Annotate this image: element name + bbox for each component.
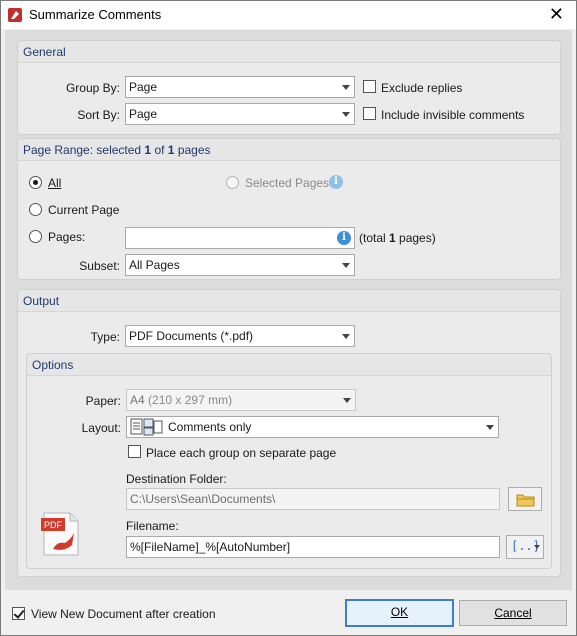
options-title: Options xyxy=(32,358,74,372)
current-page-label[interactable]: Current Page xyxy=(48,203,119,217)
all-radio[interactable] xyxy=(29,176,42,189)
window-title: Summarize Comments xyxy=(29,7,162,22)
separate-page-label[interactable]: Place each group on separate page xyxy=(146,446,336,460)
include-invisible-checkbox[interactable] xyxy=(363,107,376,120)
view-new-document-checkbox[interactable] xyxy=(12,607,25,620)
selected-pages-radio[interactable] xyxy=(226,176,239,189)
exclude-replies-checkbox[interactable] xyxy=(363,80,376,93)
layout-dropdown[interactable]: Comments only xyxy=(126,416,499,438)
destination-folder-label: Destination Folder: xyxy=(126,472,227,486)
view-new-document-label[interactable]: View New Document after creation xyxy=(31,607,216,621)
output-group: Output Type: PDF Documents (*.pdf) Optio… xyxy=(17,289,561,577)
chevron-down-icon xyxy=(534,545,540,549)
selected-pages-label[interactable]: Selected Pages xyxy=(245,176,329,190)
chevron-down-icon xyxy=(342,334,350,339)
page-range-title: Page Range: selected 1 of 1 pages xyxy=(23,143,211,157)
info-icon[interactable]: i xyxy=(337,231,351,245)
sort-by-dropdown[interactable]: Page xyxy=(125,103,355,125)
browse-folder-button[interactable] xyxy=(508,487,542,511)
comments-layout-icon xyxy=(130,418,163,436)
pdf-file-icon: PDF xyxy=(41,512,79,556)
include-invisible-label[interactable]: Include invisible comments xyxy=(381,108,524,122)
exclude-replies-label[interactable]: Exclude replies xyxy=(381,81,462,95)
filename-macro-button[interactable]: [..] xyxy=(506,535,544,559)
ok-button[interactable]: OK xyxy=(345,599,454,627)
paper-label: Paper: xyxy=(85,394,121,408)
filename-label: Filename: xyxy=(126,519,179,533)
folder-icon xyxy=(516,494,535,507)
page-range-group: Page Range: selected 1 of 1 pages All Se… xyxy=(17,138,561,280)
subset-label: Subset: xyxy=(79,259,120,273)
separate-page-checkbox[interactable] xyxy=(128,445,141,458)
layout-label: Layout: xyxy=(81,421,121,435)
cancel-button[interactable]: Cancel xyxy=(459,600,567,626)
svg-text:PDF: PDF xyxy=(44,520,63,530)
destination-folder-input[interactable]: C:\Users\Sean\Documents\ xyxy=(126,488,500,510)
pages-radio[interactable] xyxy=(29,230,42,243)
filename-input[interactable]: %[FileName]_%[AutoNumber] xyxy=(126,536,500,558)
chevron-down-icon xyxy=(342,85,350,90)
chevron-down-icon xyxy=(342,263,350,268)
sort-by-label: Sort By: xyxy=(77,108,120,122)
pages-input[interactable]: i xyxy=(125,227,355,249)
general-title: General xyxy=(23,45,66,59)
title-bar: Summarize Comments ✕ xyxy=(1,1,576,29)
all-label[interactable]: All xyxy=(48,176,61,190)
app-icon xyxy=(8,8,22,22)
pages-label[interactable]: Pages: xyxy=(48,230,85,244)
total-pages-text: (total 1 pages) xyxy=(359,231,436,245)
type-dropdown[interactable]: PDF Documents (*.pdf) xyxy=(125,325,355,347)
group-by-dropdown[interactable]: Page xyxy=(125,76,355,98)
summarize-comments-dialog: Summarize Comments ✕ General Group By: P… xyxy=(0,0,577,636)
type-label: Type: xyxy=(90,330,120,344)
dialog-body: General Group By: Page Exclude replies S… xyxy=(5,30,572,590)
chevron-down-icon xyxy=(343,398,351,403)
output-title: Output xyxy=(23,294,60,308)
group-by-label: Group By: xyxy=(65,81,120,95)
info-icon: i xyxy=(329,175,343,189)
subset-dropdown[interactable]: All Pages xyxy=(125,254,355,276)
options-group: Options Paper: A4 (210 x 297 mm) Layout: xyxy=(26,353,552,569)
chevron-down-icon xyxy=(486,425,494,430)
close-icon[interactable]: ✕ xyxy=(549,4,564,25)
general-group: General Group By: Page Exclude replies S… xyxy=(17,40,561,135)
paper-dropdown[interactable]: A4 (210 x 297 mm) xyxy=(126,389,356,411)
current-page-radio[interactable] xyxy=(29,203,42,216)
chevron-down-icon xyxy=(342,112,350,117)
